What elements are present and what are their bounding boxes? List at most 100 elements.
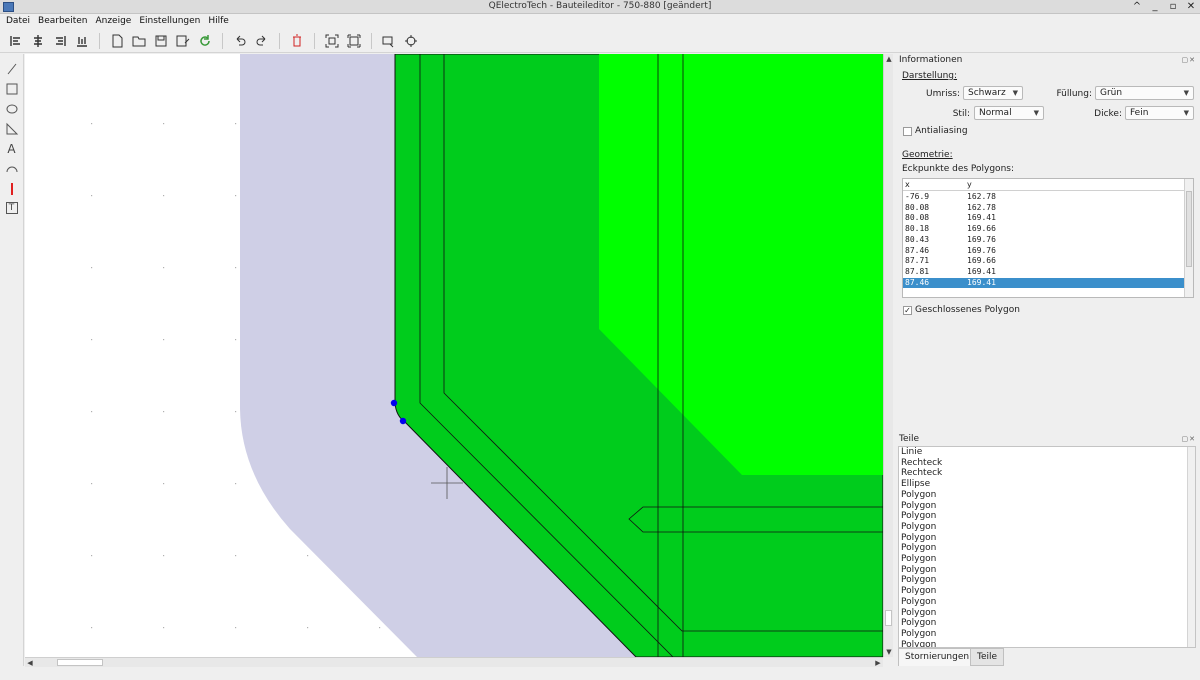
drawing-canvas[interactable] <box>25 54 883 657</box>
list-item[interactable]: Ellipse <box>901 479 930 490</box>
point-x[interactable]: 80.43 <box>905 235 929 245</box>
menu-bearbeiten[interactable]: Bearbeiten <box>38 14 87 29</box>
column-header-y[interactable]: y <box>967 180 972 189</box>
point-y[interactable]: 169.76 <box>967 246 996 256</box>
menu-einstellungen[interactable]: Einstellungen <box>139 14 200 29</box>
save-icon[interactable] <box>153 33 169 49</box>
list-item[interactable]: Polygon <box>901 565 936 576</box>
vertical-scroll-thumb[interactable] <box>885 610 892 626</box>
list-item[interactable]: Polygon <box>901 522 936 533</box>
new-icon[interactable] <box>109 33 125 49</box>
parts-scrollbar[interactable] <box>1187 447 1195 647</box>
point-x[interactable]: 87.81 <box>905 267 929 277</box>
line-tool-icon[interactable] <box>4 62 20 76</box>
rectangle-tool-icon[interactable] <box>4 82 20 96</box>
point-y[interactable]: 162.78 <box>967 192 996 202</box>
info-panel-dock-buttons[interactable]: ▢✕ <box>1182 56 1196 64</box>
point-y[interactable]: 169.41 <box>967 278 996 288</box>
list-item[interactable]: Polygon <box>901 575 936 586</box>
point-y[interactable]: 169.41 <box>967 267 996 277</box>
list-item[interactable]: Linie <box>901 447 922 458</box>
table-row[interactable]: 87.46 169.76 <box>903 246 1186 257</box>
undo-icon[interactable] <box>232 33 248 49</box>
list-item[interactable]: Polygon <box>901 533 936 544</box>
table-row[interactable]: 80.08 169.41 <box>903 213 1186 224</box>
dicke-select[interactable]: Fein ▼ <box>1125 106 1194 120</box>
point-x[interactable]: 87.71 <box>905 256 929 266</box>
align-center-icon[interactable] <box>30 33 46 49</box>
tab-teile[interactable]: Teile <box>970 648 1005 666</box>
window-maximize-button[interactable]: ▫ <box>1168 0 1178 13</box>
table-row[interactable]: 87.81 169.41 <box>903 267 1186 278</box>
point-y[interactable]: 162.78 <box>967 203 996 213</box>
table-scroll-thumb[interactable] <box>1186 191 1192 267</box>
table-row[interactable]: 80.43 169.76 <box>903 235 1186 246</box>
menu-datei[interactable]: Datei <box>6 14 30 29</box>
terminal-tool-icon[interactable] <box>4 182 20 196</box>
table-row[interactable]: 87.71 169.66 <box>903 256 1186 267</box>
point-x[interactable]: 80.18 <box>905 224 929 234</box>
list-item[interactable]: Polygon <box>901 554 936 565</box>
list-item[interactable]: Polygon <box>901 629 936 640</box>
canvas-drawing[interactable] <box>25 54 883 657</box>
zoom-reset-icon[interactable] <box>346 33 362 49</box>
align-right-icon[interactable] <box>52 33 68 49</box>
parts-list[interactable]: Linie Rechteck Rechteck Ellipse Polygon Polyg… <box>898 446 1196 648</box>
redo-icon[interactable] <box>254 33 270 49</box>
table-row[interactable]: -76.9 162.78 <box>903 192 1186 203</box>
textfield-tool-icon[interactable]: T <box>5 202 18 214</box>
list-item[interactable]: Polygon <box>901 511 936 522</box>
point-x[interactable]: 87.46 <box>905 278 929 288</box>
settings-icon[interactable] <box>403 33 419 49</box>
list-item[interactable]: Polygon <box>901 490 936 501</box>
list-item[interactable]: Polygon <box>901 608 936 619</box>
scroll-up-arrow[interactable]: ▲ <box>884 54 894 64</box>
text-tool-icon[interactable]: A <box>4 142 20 156</box>
open-icon[interactable] <box>131 33 147 49</box>
point-y[interactable]: 169.66 <box>967 256 996 266</box>
list-item[interactable]: Polygon <box>901 640 936 647</box>
list-item[interactable]: Rechteck <box>901 458 942 469</box>
horizontal-scroll-thumb[interactable] <box>57 659 103 666</box>
parts-panel-dock-buttons[interactable]: ▢✕ <box>1182 435 1196 443</box>
column-header-x[interactable]: x <box>905 180 910 189</box>
list-item[interactable]: Polygon <box>901 501 936 512</box>
stil-select[interactable]: Normal ▼ <box>974 106 1044 120</box>
vertex-handle-2[interactable] <box>399 417 407 425</box>
window-shade-button[interactable]: ^ <box>1132 0 1142 13</box>
table-row[interactable]: 80.18 169.66 <box>903 224 1186 235</box>
table-row[interactable]: 87.46 169.41 <box>903 277 1186 289</box>
geschlossen-checkbox[interactable]: ✓ <box>903 306 912 315</box>
canvas-vertical-scrollbar[interactable]: ▲ ▼ <box>883 54 893 657</box>
point-y[interactable]: 169.41 <box>967 213 996 223</box>
list-item[interactable]: Polygon <box>901 543 936 554</box>
polygon-tool-icon[interactable] <box>4 122 20 136</box>
point-x[interactable]: 80.08 <box>905 203 929 213</box>
ellipse-tool-icon[interactable] <box>4 102 20 116</box>
list-item[interactable]: Polygon <box>901 597 936 608</box>
list-item[interactable]: Polygon <box>901 586 936 597</box>
align-bottom-icon[interactable] <box>74 33 90 49</box>
align-left-icon[interactable] <box>8 33 24 49</box>
arc-tool-icon[interactable] <box>4 162 20 176</box>
delete-icon[interactable] <box>289 33 305 49</box>
canvas-horizontal-scrollbar[interactable]: ◀ ▶ <box>25 657 883 667</box>
window-close-button[interactable]: ✕ <box>1186 0 1196 13</box>
polygon-points-table[interactable]: x y -76.9 162.78 80.08 162.78 80.08 169.41 80.… <box>902 178 1194 298</box>
vertex-handle-1[interactable] <box>390 399 398 407</box>
umriss-select[interactable]: Schwarz ▼ <box>963 86 1023 100</box>
table-row[interactable]: 80.08 162.78 <box>903 203 1186 214</box>
reload-icon[interactable] <box>197 33 213 49</box>
point-x[interactable]: 80.08 <box>905 213 929 223</box>
zoom-fit-icon[interactable] <box>324 33 340 49</box>
save-as-icon[interactable] <box>175 33 191 49</box>
window-minimize-button[interactable]: _ <box>1150 0 1160 13</box>
antialiasing-checkbox[interactable] <box>903 127 912 136</box>
menu-anzeige[interactable]: Anzeige <box>95 14 131 29</box>
edit-info-icon[interactable] <box>381 33 397 49</box>
fuellung-select[interactable]: Grün ▼ <box>1095 86 1194 100</box>
point-y[interactable]: 169.66 <box>967 224 996 234</box>
scroll-down-arrow[interactable]: ▼ <box>884 647 894 657</box>
point-x[interactable]: 87.46 <box>905 246 929 256</box>
list-item[interactable]: Rechteck <box>901 468 942 479</box>
